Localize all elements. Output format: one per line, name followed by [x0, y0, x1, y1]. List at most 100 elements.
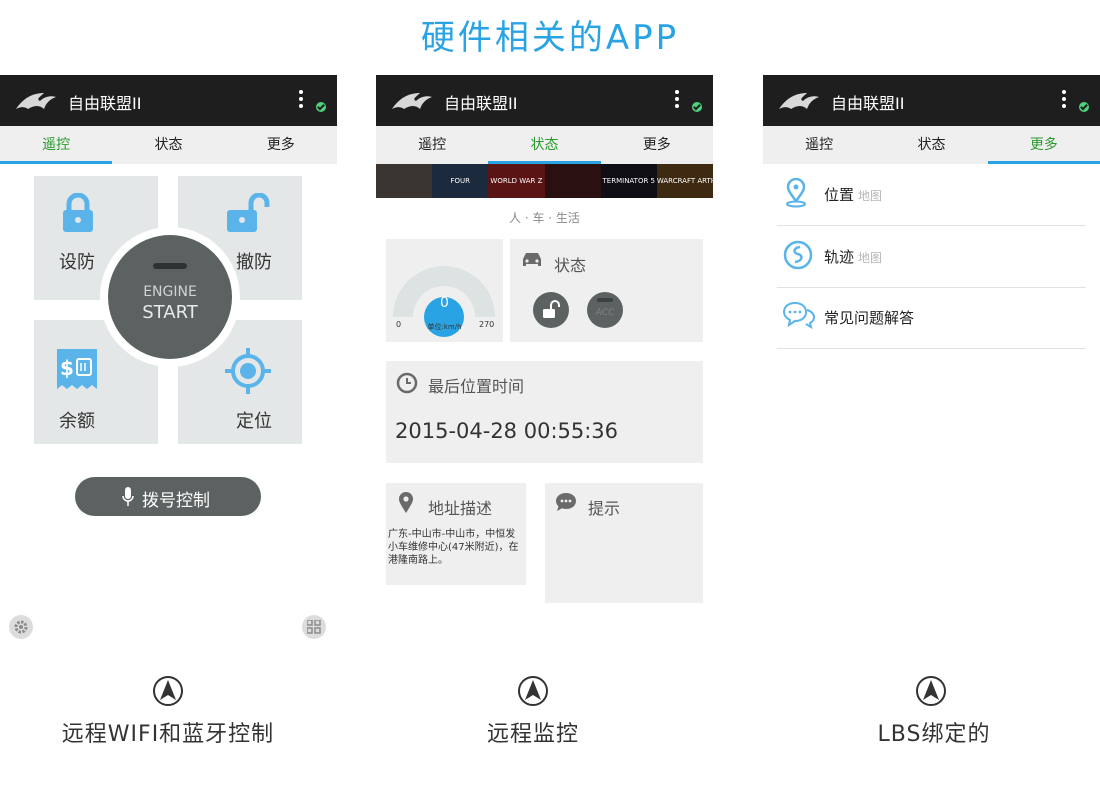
slogan: 人 · 车 · 生活: [509, 211, 580, 225]
tip-label: 提示: [588, 499, 621, 518]
compass-arrow-icon: [916, 676, 946, 706]
app-title-bar: 自由联盟II: [376, 75, 713, 126]
banner-poster: [376, 164, 433, 198]
caption-lbs: LBS绑定的: [877, 722, 991, 747]
crosshair-icon: [225, 348, 271, 394]
caption-monitoring: 远程监控: [486, 722, 579, 747]
app-logo-icon: [16, 93, 56, 109]
connected-check-icon: [316, 102, 326, 112]
speed-gauge-card: 0 0 单位:km/h 270: [386, 239, 503, 342]
unlock-icon: [227, 193, 270, 232]
svg-text:$: $: [60, 356, 74, 380]
address-card: 地址描述 广东-中山市-中山市，中恒发小车维修中心(47米附近)，在港隆南路上。: [386, 483, 526, 585]
last-time-label: 最后位置时间: [428, 377, 525, 396]
track-icon: [783, 240, 813, 270]
banner-poster: FOUR: [432, 164, 489, 198]
list-item-label: 位置 地图: [824, 184, 882, 205]
list-item-faq[interactable]: 常见问题解答: [777, 287, 1086, 349]
engine-start-button[interactable]: ENGINE START: [108, 235, 232, 359]
disarm-label: 撤防: [236, 252, 272, 273]
phone-remote-control: 自由联盟II 遥控 状态 更多 设防 撤防 $ 余额 定位 ENGINE STA…: [0, 75, 337, 665]
app-title-bar: 自由联盟II: [763, 75, 1100, 126]
start-line1: ENGINE: [143, 284, 197, 300]
compass-arrow-icon: [518, 676, 548, 706]
dial-control-label: 拨号控制: [142, 491, 210, 511]
overflow-menu-icon[interactable]: [299, 90, 303, 111]
list-item-location[interactable]: 位置 地图: [777, 164, 1086, 226]
location-label: 位置: [824, 186, 855, 204]
banner-poster: WARCRAFT ARTHAS: [656, 164, 713, 198]
tab-more[interactable]: 更多: [987, 126, 1100, 164]
location-pin-icon: [786, 178, 806, 208]
status-label: 状态: [554, 256, 587, 275]
app-logo-icon: [779, 93, 819, 109]
banner-poster: TERMINATOR 5: [600, 164, 657, 198]
start-line2: START: [142, 302, 198, 323]
lock-icon: [63, 193, 93, 232]
faq-label: 常见问题解答: [824, 309, 915, 327]
acc-indicator-icon: [597, 298, 613, 302]
faq-chat-icon: [783, 301, 815, 329]
movie-banner[interactable]: FOUR WORLD WAR Z TERMINATOR 5 WARCRAFT A…: [376, 164, 713, 198]
balance-label: 余额: [59, 411, 95, 432]
track-sub: 地图: [858, 251, 883, 265]
app-title-bar: 自由联盟II: [0, 75, 337, 126]
tab-status[interactable]: 状态: [875, 126, 987, 164]
overflow-menu-icon[interactable]: [675, 90, 679, 111]
caption-remote-control: 远程WIFI和蓝牙控制: [61, 722, 275, 747]
compass-arrow-icon: [153, 676, 183, 706]
acc-status: ACC: [587, 292, 623, 328]
list-item-label: 轨迹 地图: [824, 246, 882, 267]
app-title: 自由联盟II: [68, 94, 142, 113]
chat-bubble-icon: [556, 493, 576, 511]
speed-value: 0: [440, 295, 449, 311]
vehicle-status-card: 状态 ACC: [510, 239, 703, 342]
location-sub: 地图: [858, 189, 883, 203]
app-logo-icon: [392, 93, 432, 109]
overflow-menu-icon[interactable]: [1062, 90, 1066, 111]
list-item-label: 常见问题解答: [824, 307, 918, 328]
app-title: 自由联盟II: [831, 94, 905, 113]
phone-more: 自由联盟II 遥控 状态 更多 位置 地图 轨迹 地图 常见问题解答: [763, 75, 1100, 665]
tab-remote[interactable]: 遥控: [0, 126, 113, 164]
banner-poster: [544, 164, 601, 198]
tab-status[interactable]: 状态: [112, 126, 224, 164]
map-pin-icon: [399, 492, 413, 513]
tab-more[interactable]: 更多: [601, 126, 713, 164]
tab-remote[interactable]: 遥控: [763, 126, 875, 164]
address-value: 广东-中山市-中山市，中恒发小车维修中心(47米附近)，在港隆南路上。: [388, 529, 519, 566]
speed-max: 270: [479, 320, 495, 329]
start-indicator-bar: [153, 263, 187, 269]
track-label: 轨迹: [824, 248, 855, 266]
tab-bar: 遥控 状态 更多: [763, 126, 1100, 164]
grid-icon: [307, 620, 321, 634]
list-item-track[interactable]: 轨迹 地图: [777, 226, 1086, 288]
last-position-time-card: 最后位置时间 2015-04-28 00:55:36: [386, 361, 703, 463]
connected-check-icon: [692, 102, 702, 112]
banner-poster: WORLD WAR Z: [488, 164, 545, 198]
tab-bar: 遥控 状态 更多: [376, 126, 713, 164]
tab-status[interactable]: 状态: [488, 126, 601, 164]
locate-label: 定位: [236, 411, 272, 432]
clock-icon: [396, 372, 418, 394]
car-icon: [523, 253, 541, 266]
last-time-value: 2015-04-28 00:55:36: [395, 419, 619, 443]
dial-control-button[interactable]: 拨号控制: [75, 477, 261, 516]
arm-label: 设防: [59, 252, 95, 273]
unlock-icon: [543, 300, 560, 318]
gear-icon: [14, 620, 28, 634]
tab-remote[interactable]: 遥控: [376, 126, 488, 164]
tab-more[interactable]: 更多: [225, 126, 337, 164]
door-lock-status: [533, 292, 569, 328]
app-title: 自由联盟II: [444, 94, 518, 113]
mic-icon: [122, 487, 134, 506]
address-label: 地址描述: [428, 499, 493, 518]
settings-button[interactable]: [9, 615, 33, 639]
phone-status: 自由联盟II 遥控 状态 更多 FOUR WORLD WAR Z TERMINA…: [376, 75, 713, 665]
tab-bar: 遥控 状态 更多: [0, 126, 337, 164]
acc-label: ACC: [595, 308, 615, 318]
apps-button[interactable]: [302, 615, 326, 639]
tip-card: 提示: [545, 483, 703, 603]
connected-check-icon: [1079, 102, 1089, 112]
page-title: 硬件相关的APP: [420, 18, 680, 58]
